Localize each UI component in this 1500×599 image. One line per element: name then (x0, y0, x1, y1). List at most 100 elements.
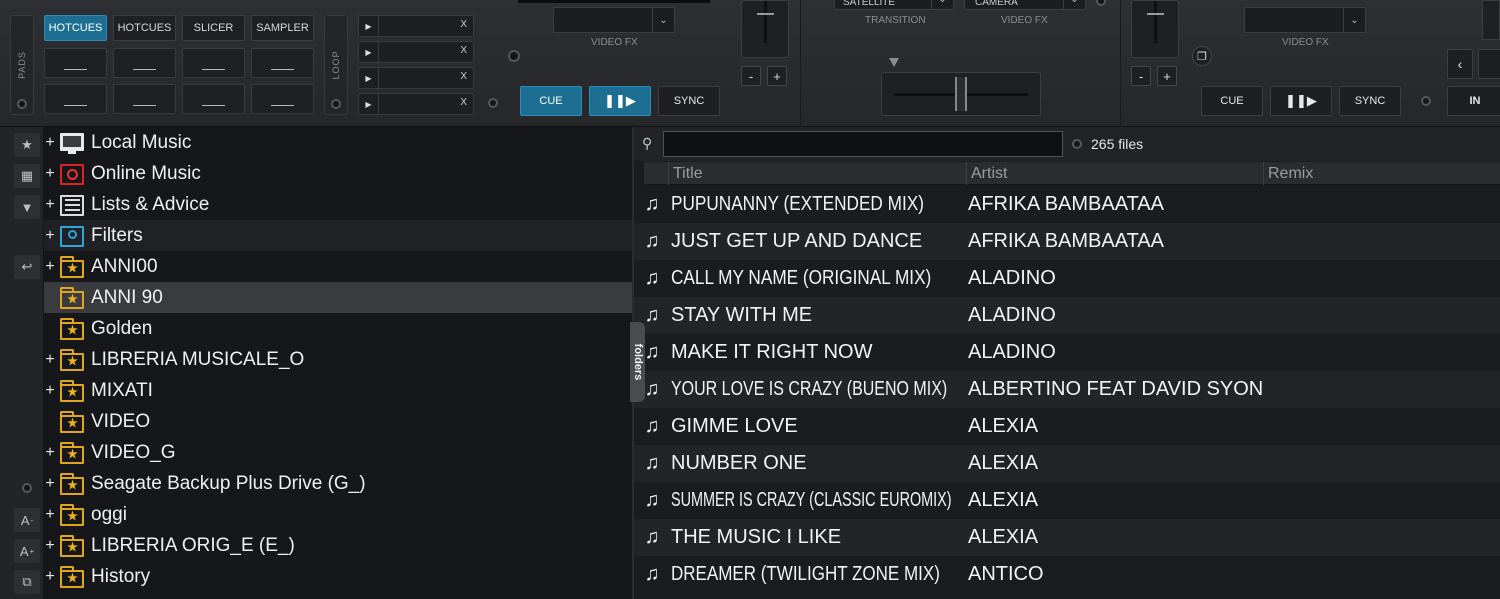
expand-icon[interactable]: + (42, 258, 58, 276)
window-icon[interactable]: ⧉ (14, 570, 40, 594)
expand-icon[interactable]: + (42, 382, 58, 400)
pad-tab-sampler[interactable]: SAMPLER (251, 15, 314, 41)
loop-clear-button[interactable]: X (460, 45, 467, 56)
search-options-knob[interactable] (1072, 139, 1082, 149)
tree-item-history[interactable]: + History (44, 561, 632, 592)
chevron-left-icon[interactable]: ‹ (1447, 49, 1473, 79)
hotcue-pad-8[interactable] (251, 84, 314, 114)
videofx-select-right[interactable]: ⌄ (1244, 7, 1366, 33)
pitch-slider-left[interactable] (741, 0, 789, 58)
video-toggle-knob[interactable] (508, 50, 520, 62)
pad-tab-slicer[interactable]: SLICER (182, 15, 245, 41)
hotcue-pad-7[interactable] (182, 84, 245, 114)
expand-icon[interactable]: + (42, 506, 58, 524)
track-row[interactable]: ♫ DREAMER (TWILIGHT ZONE MIX) ANTICO (634, 556, 1500, 593)
pitch-plus-left[interactable]: + (767, 66, 787, 86)
play-icon[interactable]: ▶ (359, 42, 379, 62)
play-icon[interactable]: ▶ (359, 68, 379, 88)
pitch-minus-right[interactable]: - (1131, 66, 1151, 86)
track-row[interactable]: ♫ MAKE IT RIGHT NOW ALADINO (634, 334, 1500, 371)
sync-button-left[interactable]: SYNC (658, 86, 720, 116)
play-icon[interactable]: ▶ (359, 16, 379, 36)
tree-item-mixati[interactable]: + MIXATI (44, 375, 632, 406)
tree-item-golden[interactable]: Golden (44, 313, 632, 344)
pitch-slider-right[interactable] (1131, 0, 1179, 58)
hotcue-pad-6[interactable] (113, 84, 176, 114)
pad-tab-hotcues-active[interactable]: HOTCUES (44, 15, 107, 41)
loop-options-knob[interactable] (331, 99, 341, 109)
hotcue-pad-1[interactable] (44, 48, 107, 78)
expand-icon[interactable]: + (42, 227, 58, 245)
tree-item-anni-90[interactable]: ANNI 90 (44, 282, 632, 313)
hotcue-pad-4[interactable] (251, 48, 314, 78)
crossfader[interactable] (881, 72, 1041, 116)
pitch-minus-left[interactable]: - (741, 66, 761, 86)
tree-item-filters[interactable]: + Filters (44, 220, 632, 251)
column-artist[interactable]: Artist (966, 162, 1263, 185)
cue-button-right[interactable]: CUE (1201, 86, 1263, 116)
play-icon[interactable]: ▶ (359, 94, 379, 114)
play-pause-button-left[interactable]: ❚❚▶ (589, 86, 651, 116)
tree-item-online-music[interactable]: + Online Music (44, 158, 632, 189)
track-row[interactable]: ♫ PUPUNANNY (EXTENDED MIX) AFRIKA BAMBAATA… (634, 186, 1500, 223)
loop-clear-button[interactable]: X (460, 97, 467, 108)
loop-slot-2[interactable]: ▶ X (358, 41, 474, 63)
track-row[interactable]: ♫ YOUR LOVE IS CRAZY (BUENO MIX) ALBERTINO… (634, 371, 1500, 408)
expand-icon[interactable]: + (42, 134, 58, 152)
expand-icon[interactable]: + (42, 444, 58, 462)
folders-toggle-tab[interactable]: folders (630, 322, 645, 402)
font-increase-icon[interactable]: A + (14, 539, 40, 563)
expand-icon[interactable]: + (42, 165, 58, 183)
loop-in-button[interactable]: IN (1447, 86, 1500, 116)
sync-button-right[interactable]: SYNC (1339, 86, 1401, 116)
right-deck-knob[interactable] (1421, 96, 1431, 106)
expand-icon[interactable]: + (42, 196, 58, 214)
expand-icon[interactable]: + (42, 351, 58, 369)
font-decrease-icon[interactable]: A- (14, 508, 40, 532)
hotcue-pad-2[interactable] (113, 48, 176, 78)
tree-item-anni00[interactable]: + ANNI00 (44, 251, 632, 282)
tree-item-seagate[interactable]: + Seagate Backup Plus Drive (G_) (44, 468, 632, 499)
expand-icon[interactable]: + (42, 537, 58, 555)
tree-item-lists-advice[interactable]: + Lists & Advice (44, 189, 632, 220)
column-remix[interactable]: Remix (1263, 162, 1500, 185)
loop-slot-1[interactable]: ▶ X (358, 15, 474, 37)
videofx-select-left[interactable]: ⌄ (553, 7, 675, 33)
record-icon[interactable] (22, 483, 32, 493)
mixer-videofx-select[interactable]: CAMERA ⌄ (964, 0, 1086, 10)
cue-button-left[interactable]: CUE (520, 86, 582, 116)
track-row[interactable]: ♫ SUMMER IS CRAZY (CLASSIC EUROMIX) ALEXIA (634, 482, 1500, 519)
play-pause-button-right[interactable]: ❚❚▶ (1270, 86, 1332, 116)
column-title[interactable]: Title (668, 162, 966, 185)
tree-item-local-music[interactable]: + Local Music (44, 127, 632, 158)
add-folder-icon[interactable]: ▦ (14, 164, 40, 188)
track-row[interactable]: ♫ JUST GET UP AND DANCE AFRIKA BAMBAATAA (634, 223, 1500, 260)
video-window-icon[interactable]: ❐ (1192, 46, 1212, 66)
loop-clear-button[interactable]: X (460, 19, 467, 30)
pad-tab-hotcues[interactable]: HOTCUES (113, 15, 176, 41)
track-row[interactable]: ♫ NUMBER ONE ALEXIA (634, 445, 1500, 482)
tree-item-video-g[interactable]: + VIDEO_G (44, 437, 632, 468)
loop-slot-4[interactable]: ▶ X (358, 93, 474, 115)
loop-clear-button[interactable]: X (460, 71, 467, 82)
hotcue-pad-3[interactable] (182, 48, 245, 78)
pads-options-knob[interactable] (17, 99, 27, 109)
back-icon[interactable]: ↩ (14, 255, 40, 279)
loop-slot-3[interactable]: ▶ X (358, 67, 474, 89)
transition-select[interactable]: SATELLITE ⌄ (834, 0, 954, 10)
search-input[interactable] (663, 131, 1063, 157)
mixer-settings-knob[interactable] (1096, 0, 1106, 6)
right-deck-extra-button[interactable] (1478, 49, 1500, 79)
track-row[interactable]: ♫ THE MUSIC I LIKE ALEXIA (634, 519, 1500, 556)
tree-item-libreria-musicale[interactable]: + LIBRERIA MUSICALE_O (44, 344, 632, 375)
favorite-icon[interactable]: ★ (14, 133, 40, 157)
tree-item-oggi[interactable]: + oggi (44, 499, 632, 530)
tree-item-libreria-orig[interactable]: + LIBRERIA ORIG_E (E_) (44, 530, 632, 561)
loop-settings-knob[interactable] (488, 98, 498, 108)
expand-icon[interactable]: + (42, 475, 58, 493)
hotcue-pad-5[interactable] (44, 84, 107, 114)
track-row[interactable]: ♫ CALL MY NAME (ORIGINAL MIX) ALADINO (634, 260, 1500, 297)
filter-icon[interactable]: ▼ (14, 195, 40, 219)
pitch-plus-right[interactable]: + (1157, 66, 1177, 86)
crossfader-handle[interactable] (955, 77, 967, 111)
